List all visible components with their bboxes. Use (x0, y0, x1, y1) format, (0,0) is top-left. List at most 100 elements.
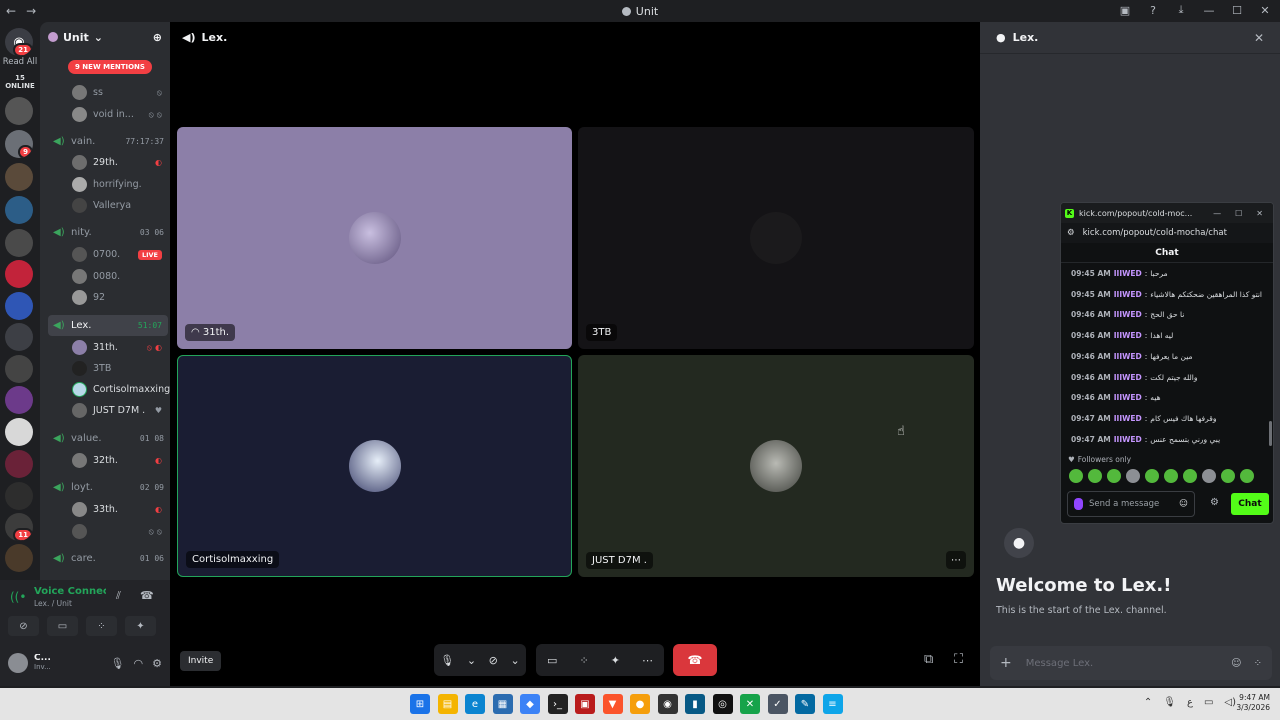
volume-icon[interactable]: ◁) (1224, 697, 1236, 708)
more-options-icon[interactable]: ⋯ (946, 551, 966, 569)
close-icon[interactable]: ✕ (1256, 209, 1263, 218)
address-bar[interactable]: ⚙ kick.com/popout/cold-mocha/chat (1061, 223, 1273, 243)
apps-icon[interactable]: ⁘ (1254, 658, 1262, 669)
message-user[interactable]: IIIWED (1114, 435, 1142, 444)
server-icon-8[interactable] (5, 323, 33, 351)
server-icon-15[interactable] (5, 544, 33, 572)
voice-location[interactable]: Lex. / Unit (34, 599, 72, 608)
voice-channel-lex[interactable]: ◀) Lex. 51:07 (48, 315, 168, 336)
soundboard-icon[interactable]: ✦ (611, 654, 620, 667)
app-icon[interactable]: ▣ (575, 694, 595, 714)
app-icon[interactable]: ◆ (520, 694, 540, 714)
server-header[interactable]: Unit ⌄ ⊕ (40, 22, 170, 52)
github-icon[interactable]: ◉ (657, 694, 678, 714)
video-tile[interactable]: JUST D7M . ⋯ (578, 355, 974, 577)
popout-icon[interactable]: ⧉ (924, 652, 933, 667)
leave-call-button[interactable]: ☎ (673, 644, 717, 676)
camera-off-icon[interactable]: ⊘ (489, 654, 498, 667)
microphone-icon[interactable] (1074, 498, 1083, 510)
chevron-down-icon[interactable]: ⌄ (510, 654, 519, 667)
message-user[interactable]: IIIWED (1114, 269, 1142, 278)
activities-icon[interactable]: ⁘ (86, 616, 117, 636)
message-user[interactable]: IIIWED (1114, 331, 1142, 340)
chat-input[interactable]: Send a message ☺ (1067, 491, 1195, 517)
headphones-icon[interactable]: ◠ (134, 657, 144, 670)
network-icon[interactable]: ▭ (1204, 697, 1213, 708)
microphone-icon[interactable]: 🎙 (1163, 697, 1176, 708)
emote-icon[interactable] (1126, 469, 1140, 483)
voice-user[interactable]: 32th. ◐ (40, 450, 170, 471)
voice-user[interactable]: 33th. ◐ (40, 499, 170, 520)
emote-icon[interactable] (1069, 469, 1083, 483)
read-all-button[interactable]: Read All (0, 57, 40, 67)
gear-icon[interactable]: ⚙ (1210, 497, 1219, 508)
forward-arrow-icon[interactable]: → (26, 4, 36, 18)
obs-icon[interactable]: ◎ (712, 694, 733, 714)
user-info[interactable]: C... Inv... (34, 654, 54, 672)
emote-icon[interactable] (1240, 469, 1254, 483)
language-indicator[interactable]: ع (1187, 697, 1193, 708)
message-user[interactable]: IIIWED (1114, 393, 1142, 402)
voice-channel-value[interactable]: ◀) value. 01 08 (40, 428, 170, 449)
add-member-icon[interactable]: ⊕ (153, 31, 162, 44)
emote-icon[interactable] (1145, 469, 1159, 483)
xbox-icon[interactable]: ✕ (740, 694, 760, 714)
new-mentions-pill[interactable]: 9 NEW MENTIONS (68, 60, 152, 74)
chevron-down-icon[interactable]: ⌄ (467, 654, 476, 667)
server-icon-13[interactable] (5, 482, 33, 510)
server-icon-12[interactable] (5, 450, 33, 478)
avatar[interactable] (8, 653, 28, 673)
voice-channel-loyt[interactable]: ◀) loyt. 02 09 (40, 477, 170, 498)
back-arrow-icon[interactable]: ← (6, 4, 16, 18)
scrollbar[interactable] (1269, 421, 1272, 446)
message-user[interactable]: IIIWED (1114, 290, 1142, 299)
emote-icon[interactable] (1202, 469, 1216, 483)
direct-messages-icon[interactable]: ◉ 21 (5, 28, 33, 56)
voice-user[interactable]: ⦸ ⦸ (40, 521, 170, 542)
voice-user[interactable]: JUST D7M . ♥ (40, 400, 170, 421)
store-icon[interactable]: ▦ (492, 694, 513, 714)
edge-icon[interactable]: e (465, 694, 485, 714)
app-icon[interactable]: ● (630, 694, 650, 714)
gear-icon[interactable]: ⚙ (152, 657, 162, 670)
server-icon-6[interactable] (5, 260, 33, 288)
file-explorer-icon[interactable]: ▤ (437, 694, 458, 714)
microphone-icon[interactable]: 🎙 (111, 657, 125, 670)
app-icon[interactable]: ▮ (685, 694, 705, 714)
download-icon[interactable]: ⤓ (1174, 3, 1188, 17)
fullscreen-icon[interactable]: ⛶ (954, 652, 963, 667)
invite-button[interactable]: Invite (180, 651, 222, 671)
site-settings-icon[interactable]: ⚙ (1067, 228, 1075, 238)
voice-channel-nity[interactable]: ◀) nity. 03 06 (40, 222, 170, 243)
server-icon-3[interactable] (5, 163, 33, 191)
voice-user[interactable]: Vallerya (40, 195, 170, 216)
voice-channel-vain[interactable]: ◀) vain. 77:17:37 (40, 131, 170, 152)
voice-user[interactable]: horrifying. (40, 174, 170, 195)
add-attachment-icon[interactable]: + (1000, 655, 1012, 671)
voice-user[interactable]: 0700. LIVE (40, 244, 170, 265)
voice-user[interactable]: 31th. ⦸ ◐ (40, 337, 170, 358)
video-tile[interactable]: Cortisolmaxxing (177, 355, 572, 577)
voice-status[interactable]: Voice Connected (34, 586, 106, 597)
voice-user[interactable]: 92 (40, 287, 170, 308)
message-user[interactable]: IIIWED (1114, 310, 1142, 319)
server-icon-9[interactable] (5, 355, 33, 383)
emoji-icon[interactable]: ☺ (1231, 658, 1241, 669)
maximize-icon[interactable]: ☐ (1230, 3, 1244, 17)
emoji-icon[interactable]: ☺ (1179, 499, 1188, 509)
server-icon-5[interactable] (5, 229, 33, 257)
chevron-up-icon[interactable]: ⌃ (1144, 697, 1152, 708)
notepad-icon[interactable]: ≡ (822, 694, 843, 714)
emote-icon[interactable] (1107, 469, 1121, 483)
screen-share-icon[interactable]: ▭ (47, 616, 78, 636)
send-chat-button[interactable]: Chat (1231, 493, 1269, 515)
server-icon-11[interactable] (5, 418, 33, 446)
clock[interactable]: 9:47 AM 3/3/2026 (1236, 693, 1270, 713)
close-icon[interactable]: ✕ (1254, 31, 1264, 45)
server-icon-7[interactable] (5, 292, 33, 320)
voice-channel-care[interactable]: ◀) care. 01 06 (40, 548, 170, 569)
signal-icon[interactable]: ((• (10, 590, 26, 604)
close-window-icon[interactable]: ✕ (1258, 3, 1272, 17)
server-icon-1[interactable] (5, 97, 33, 125)
message-composer[interactable]: + Message Lex. ☺ ⁘ (990, 646, 1272, 680)
